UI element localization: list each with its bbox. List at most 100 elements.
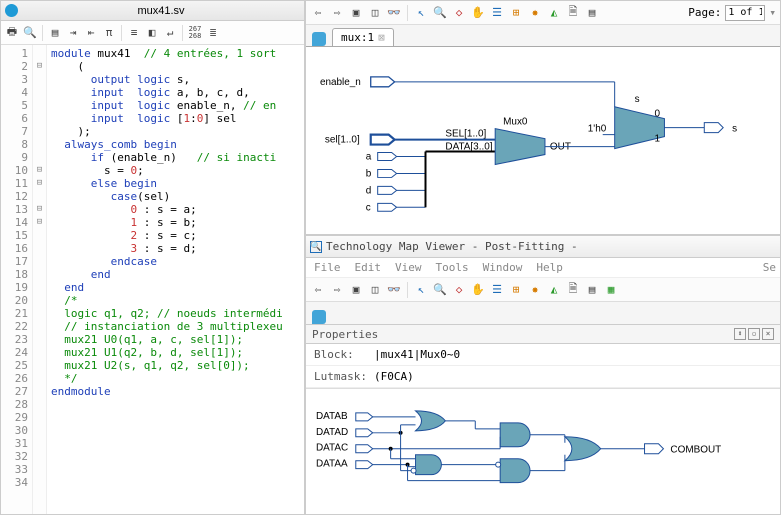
zoom-icon[interactable]: 🔍 [432,5,448,21]
rtl-toolbar: ⇦ ⇨ ▣ ◫ 👓 ↖ 🔍 ◇ ✋ ☰ ⊞ ✸ ◭ 🗎 ▤ Page: ▾ [306,1,780,25]
list-icon[interactable]: ▤ [584,282,600,298]
rtl-tabrow: mux:1 ⊠ [306,25,780,47]
properties-label: Properties [312,328,378,341]
expand-icon[interactable]: ▣ [348,282,364,298]
menu-help[interactable]: Help [536,261,563,274]
filename: mux41.sv [22,5,300,17]
select-icon[interactable]: ☰ [489,5,505,21]
syntax-icon[interactable]: π [101,25,117,41]
code-text[interactable]: module mux41 // 4 entrées, 1 sort ( outp… [47,45,304,514]
rtlviewer-pane: ⇦ ⇨ ▣ ◫ 👓 ↖ 🔍 ◇ ✋ ☰ ⊞ ✸ ◭ 🗎 ▤ Page: ▾ mu… [305,0,781,235]
linecol-icon[interactable]: 267268 [187,25,203,41]
menu-window[interactable]: Window [483,261,523,274]
pointer-icon[interactable]: ↖ [413,5,429,21]
label-zero: 0 [654,109,660,120]
label-datac: DATAC [316,443,348,454]
gate-schematic[interactable]: DATAB DATAD DATAC DATAA [306,388,780,508]
print-icon[interactable]: 🖶 [4,25,20,41]
format-icon[interactable]: ≣ [205,25,221,41]
code-area[interactable]: 1234567891011121314151617181920212223242… [1,45,304,514]
expand-icon[interactable]: ▣ [348,5,364,21]
align-icon[interactable]: ≡ [126,25,142,41]
editor-titlebar: mux41.sv [1,1,304,21]
collapse-icon[interactable]: ◫ [367,282,383,298]
pan-icon[interactable]: ✋ [470,5,486,21]
select-icon[interactable]: ☰ [489,282,505,298]
settings-icon[interactable]: ✸ [527,5,543,21]
magnify-icon: 🔍 [310,241,322,253]
block-row: Block: |mux41|Mux0~0 [306,344,780,366]
lutmask-row: Lutmask: (F0CA) [306,366,780,388]
label-datawire: DATA[3..0] [445,142,492,153]
techmap-tabrow [306,302,780,324]
close-icon[interactable]: × [762,328,774,340]
label-combout: COMBOUT [670,445,721,456]
pointer-icon[interactable]: ↖ [413,282,429,298]
fold-gutter[interactable]: ⊟⊟⊟⊟⊟ [33,45,47,514]
forward-icon[interactable]: ⇨ [329,5,345,21]
sheet-icon[interactable]: 🗎 [565,282,581,298]
settings-icon[interactable]: ✸ [527,282,543,298]
menu-edit[interactable]: Edit [355,261,382,274]
properties-header: Properties ⬍ ▫ × [306,324,780,344]
indent-icon[interactable]: ⇥ [65,25,81,41]
fit-icon[interactable]: ◇ [451,282,467,298]
label-c: c [366,202,371,213]
page-dropdown-icon[interactable]: ▾ [769,6,776,19]
sheet-icon[interactable]: 🗎 [565,5,581,21]
label-d: d [366,185,372,196]
outdent-icon[interactable]: ⇤ [83,25,99,41]
list-icon[interactable]: ▤ [584,5,600,21]
techmap-title: Technology Map Viewer - Post-Fitting - [326,240,578,253]
menu-file[interactable]: File [314,261,341,274]
label-a: a [366,152,372,163]
label-enable-n: enable_n [320,77,361,88]
back-icon[interactable]: ⇦ [310,282,326,298]
lutmask-value: (F0CA) [374,370,414,383]
techmap-pane: 🔍 Technology Map Viewer - Post-Fitting -… [305,235,781,515]
bookmark-icon[interactable]: ▤ [47,25,63,41]
back-icon[interactable]: ⇦ [310,5,326,21]
dock-icon[interactable]: ▫ [748,328,760,340]
techmap-toolbar: ⇦ ⇨ ▣ ◫ 👓 ↖ 🔍 ◇ ✋ ☰ ⊞ ✸ ◭ 🗎 ▤ ▦ [306,278,780,302]
techmap-titlebar: 🔍 Technology Map Viewer - Post-Fitting - [306,236,780,258]
tree-icon[interactable]: ◧ [144,25,160,41]
zoom-icon[interactable]: 🔍 [432,282,448,298]
block-label: Block: [314,348,374,361]
tab-mux1[interactable]: mux:1 ⊠ [332,28,394,46]
label-sout: s [732,124,737,135]
label-s: s [635,94,640,105]
highlight-icon[interactable]: ▦ [603,282,619,298]
collapse-icon[interactable]: ◫ [367,5,383,21]
search-hint[interactable]: Se [763,261,776,274]
layers-icon[interactable]: ◭ [546,282,562,298]
menu-tools[interactable]: Tools [436,261,469,274]
fit-icon[interactable]: ◇ [451,5,467,21]
hierarchy-icon[interactable]: ⊞ [508,5,524,21]
label-b: b [366,168,372,179]
wrap-icon[interactable]: ↵ [162,25,178,41]
block-value: |mux41|Mux0~0 [374,348,460,361]
chat-icon[interactable] [312,310,326,324]
label-one: 1 [654,134,660,145]
pin-icon[interactable]: ⬍ [734,328,746,340]
layers-icon[interactable]: ◭ [546,5,562,21]
binoculars-icon[interactable]: 👓 [386,5,402,21]
editor-pane: mux41.sv 🖶 🔍 ▤ ⇥ ⇤ π ≡ ◧ ↵ 267268 ≣ 1234… [0,0,305,515]
pan-icon[interactable]: ✋ [470,282,486,298]
find-icon[interactable]: 🔍 [22,25,38,41]
label-mux0: Mux0 [503,117,528,128]
menu-view[interactable]: View [395,261,422,274]
tab-label: mux:1 [341,31,374,44]
label-selwire: SEL[1..0] [445,129,486,140]
forward-icon[interactable]: ⇨ [329,282,345,298]
binoculars-icon[interactable]: 👓 [386,282,402,298]
rtl-schematic[interactable]: enable_n sel[1..0] SEL[1..0] a b d c DAT… [306,47,780,234]
app-badge-icon [2,1,20,19]
close-icon[interactable]: ⊠ [378,31,385,44]
editor-toolbar: 🖶 🔍 ▤ ⇥ ⇤ π ≡ ◧ ↵ 267268 ≣ [1,21,304,45]
techmap-menu: File Edit View Tools Window Help Se [306,258,780,278]
hierarchy-icon[interactable]: ⊞ [508,282,524,298]
page-input[interactable] [725,5,765,21]
chat-icon[interactable] [312,32,326,46]
